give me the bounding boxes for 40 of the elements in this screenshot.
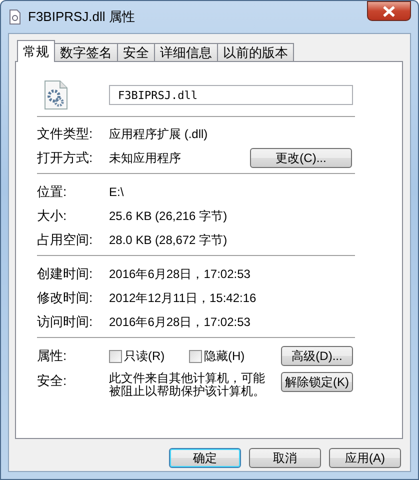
close-button[interactable]: [367, 1, 411, 21]
tab[interactable]: 数字签名: [54, 43, 118, 62]
field-label: 文件类型:: [37, 125, 94, 143]
field-label: 修改时间:: [37, 289, 94, 307]
field-value: 应用程序扩展 (.dll): [109, 126, 209, 142]
checkbox[interactable]: [109, 350, 122, 362]
field-value: 2016年6月28日，17:02:53: [109, 266, 250, 282]
field-value: 2012年12月11日，15:42:16: [109, 290, 256, 306]
field-value: 未知应用程序: [109, 150, 182, 166]
tab[interactable]: 安全: [117, 43, 155, 62]
tab[interactable]: 详细信息: [154, 43, 218, 62]
security-message: 此文件来自其他计算机，可能被阻止以帮助保护该计算机。: [109, 372, 266, 398]
field-label: 属性:: [37, 347, 68, 365]
field-value: 28.0 KB (28,672 字节): [109, 232, 228, 248]
checkbox-label: 只读(R): [124, 348, 165, 364]
field-label: 创建时间:: [37, 265, 94, 283]
field-value: 25.6 KB (26,216 字节): [109, 208, 228, 224]
field-label: 安全:: [37, 372, 68, 390]
document-icon: [8, 9, 22, 25]
field-value: E:\: [109, 185, 125, 199]
tab[interactable]: 以前的版本: [217, 43, 294, 62]
dialog-button[interactable]: 确定: [169, 448, 241, 468]
field-label: 大小:: [37, 207, 68, 225]
field-label: 占用空间:: [37, 231, 94, 249]
tab[interactable]: 常规: [17, 40, 55, 62]
checkbox-label: 隐藏(H): [204, 348, 245, 364]
field-label: 位置:: [37, 183, 68, 201]
advanced-button[interactable]: 高级(D)...: [281, 346, 353, 366]
dialog-button[interactable]: 应用(A): [329, 448, 401, 468]
window-title: F3BIPRSJ.dll 属性: [28, 8, 136, 26]
field-label: 打开方式:: [37, 149, 94, 167]
file-gear-icon: [43, 80, 69, 110]
file-name-field[interactable]: F3BIPRSJ.dll: [109, 85, 353, 105]
field-value: 2016年6月28日，17:02:53: [109, 314, 250, 330]
checkbox[interactable]: [189, 350, 202, 362]
close-icon: [383, 6, 395, 16]
change-button[interactable]: 更改(C)...: [250, 148, 352, 168]
unblock-button[interactable]: 解除锁定(K): [281, 372, 353, 392]
dialog-button[interactable]: 取消: [249, 448, 321, 468]
field-label: 访问时间:: [37, 313, 94, 331]
